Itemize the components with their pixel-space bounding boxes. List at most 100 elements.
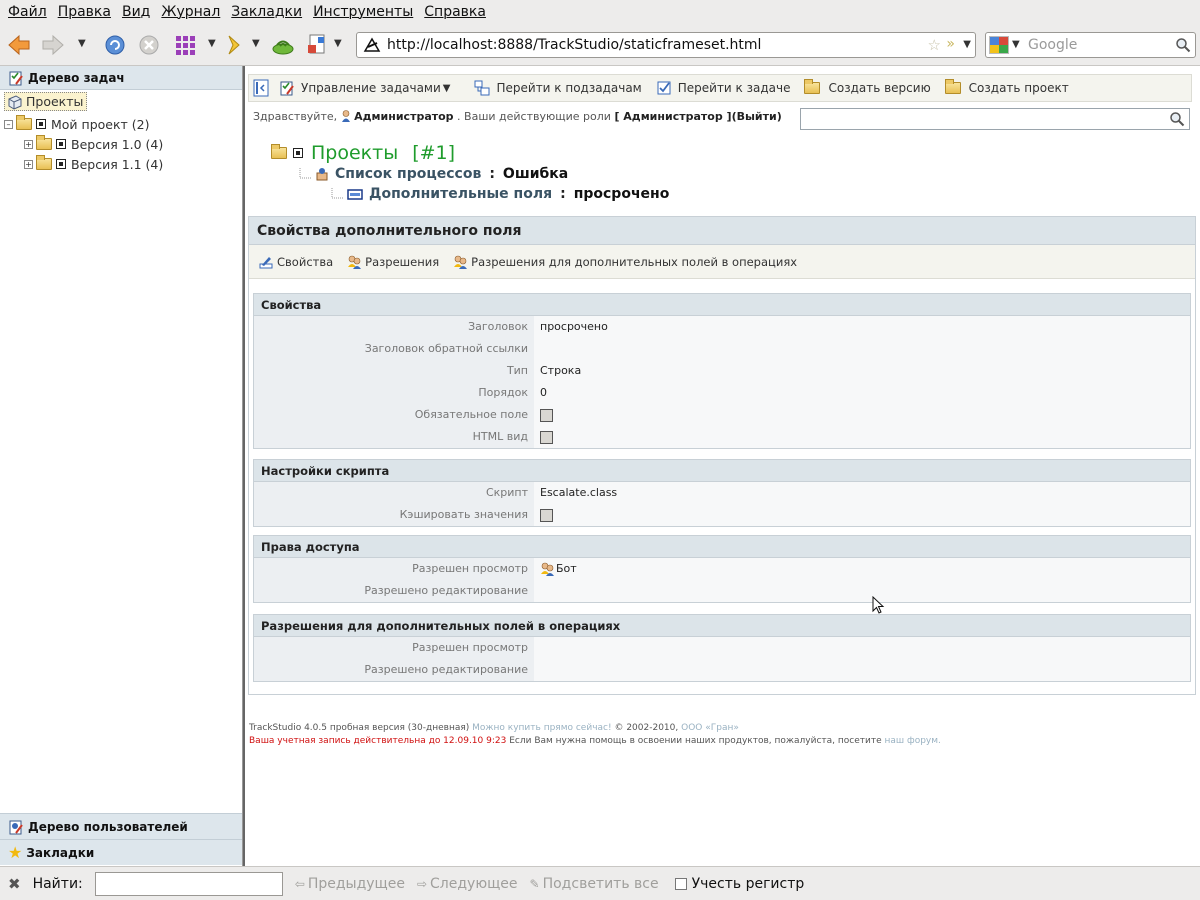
history-dropdown-icon[interactable]: ▼ (78, 38, 86, 49)
property-row: Заголовок обратной ссылки (254, 338, 1190, 360)
breadcrumb-level-3[interactable]: Дополнительные поля : просрочено (331, 186, 669, 202)
bookmark-dropdown-icon[interactable]: ▼ (252, 38, 260, 49)
footer-company-link[interactable]: ООО «Гран» (681, 723, 739, 733)
go-to-task-label: Перейти к задаче (677, 81, 791, 95)
back-button[interactable] (6, 32, 32, 58)
section-title: Свойства (254, 294, 1190, 316)
stop-button[interactable] (136, 32, 162, 58)
user-tree-header[interactable]: Дерево пользователей (0, 813, 242, 839)
magnifier-icon[interactable] (1175, 37, 1191, 53)
page-icon (308, 34, 325, 54)
url-dropdown-icon[interactable]: ▼ (963, 39, 971, 50)
go-to-task-button[interactable]: Перейти к задаче (656, 80, 791, 96)
go-to-subtasks-button[interactable]: Перейти к подзадачам (474, 80, 642, 96)
match-case-checkbox[interactable]: Учесть регистр (674, 876, 804, 892)
bookmark-star-icon[interactable]: ☆ (928, 36, 941, 54)
manage-tasks-label: Управление задачами (301, 81, 441, 95)
feed-button[interactable] (270, 32, 296, 58)
tree-root-projects[interactable]: Проекты (4, 92, 88, 111)
property-label: Кэшировать значения (254, 504, 534, 526)
collapse-icon[interactable]: – (4, 119, 13, 129)
property-row: Разрешено редактирование (254, 659, 1190, 681)
tree-root-label: Проекты (26, 94, 84, 109)
manage-tasks-menu[interactable]: Управление задачами ▼ (279, 80, 450, 96)
tree-item-version-1-1[interactable]: + Версия 1.1 (4) (24, 154, 163, 174)
reload-button[interactable] (102, 32, 128, 58)
property-row: Обязательное поле (254, 404, 1190, 426)
browser-search-bar[interactable]: ▼ Google (985, 32, 1196, 58)
menu-tools[interactable]: Инструменты (309, 4, 420, 20)
menu-edit[interactable]: Правка (54, 4, 118, 20)
create-project-button[interactable]: Создать проект (944, 79, 1069, 95)
panel-title: Свойства дополнительного поля (249, 217, 1195, 245)
find-next-button[interactable]: ⇨ Следующее (417, 876, 518, 892)
tab-properties[interactable]: Свойства (259, 255, 333, 269)
highlight-all-button[interactable]: ✎ Подсветить все (530, 876, 659, 892)
breadcrumb-number: [#1] (412, 142, 456, 164)
menu-file[interactable]: Файл (4, 4, 54, 20)
apps-dropdown-icon[interactable]: ▼ (208, 38, 216, 49)
apps-button[interactable] (172, 32, 198, 58)
expand-icon[interactable]: + (24, 139, 33, 149)
required-checkbox (540, 408, 553, 422)
property-value (534, 338, 1190, 360)
go-arrow-icon[interactable]: » (946, 36, 955, 52)
tree-item-version-1-0[interactable]: + Версия 1.0 (4) (24, 134, 163, 154)
url-text: http://localhost:8888/TrackStudio/static… (387, 37, 762, 53)
tree-version-label: Версия 1.0 (4) (71, 136, 164, 152)
bookmarks-header[interactable]: ★ Закладки (0, 839, 242, 865)
property-value (534, 637, 1190, 659)
address-bar[interactable]: http://localhost:8888/TrackStudio/static… (356, 32, 976, 58)
property-row: Разрешено редактирование (254, 580, 1190, 602)
section-title: Разрешения для дополнительных полей в оп… (254, 615, 1190, 637)
breadcrumb-level-1[interactable]: Проекты [#1] (271, 142, 455, 164)
tab-permissions-label: Разрешения (365, 254, 440, 269)
page-button[interactable] (304, 32, 330, 58)
property-row: Порядок 0 (254, 382, 1190, 404)
chevron-right-icon (228, 35, 240, 55)
menu-view[interactable]: Вид (118, 4, 157, 20)
menu-bookmarks[interactable]: Закладки (227, 4, 309, 20)
tree-item-project[interactable]: – Мой проект (2) (4, 114, 150, 134)
tab-operation-permissions[interactable]: Разрешения для дополнительных полей в оп… (453, 254, 797, 270)
footer-forum-link[interactable]: наш форум. (885, 736, 941, 746)
bookmarks-title: Закладки (26, 845, 95, 860)
collapse-panel-button[interactable] (253, 79, 269, 97)
task-tree: Проекты – Мой проект (2) + Версия 1.0 (4… (0, 90, 242, 172)
bookmark-arrow-button[interactable] (222, 32, 248, 58)
feed-icon (272, 40, 294, 55)
find-previous-button[interactable]: ⇦ Предыдущее (295, 876, 405, 892)
logout-link[interactable]: Выйти (737, 110, 777, 123)
greeting-user[interactable]: Администратор (354, 110, 453, 123)
footer-expiry: Ваша учетная запись действительна до 12.… (249, 736, 507, 746)
task-tree-header[interactable]: Дерево задач (0, 66, 242, 90)
footer-buy-link[interactable]: Можно купить прямо сейчас! (472, 723, 611, 733)
forward-button[interactable] (40, 32, 66, 58)
property-label: Заголовок обратной ссылки (254, 338, 534, 360)
viewer-role: Бот (556, 562, 577, 575)
close-icon[interactable]: ✖ (8, 875, 21, 893)
site-favicon-icon (363, 37, 381, 52)
task-search-input[interactable] (800, 108, 1190, 130)
breadcrumb-level-2[interactable]: Список процессов : Ошибка (299, 166, 568, 182)
property-label: Порядок (254, 382, 534, 404)
find-next-label: Следующее (430, 875, 518, 892)
find-input[interactable] (94, 871, 283, 896)
page-dropdown-icon[interactable]: ▼ (334, 38, 342, 49)
property-value: 0 (534, 382, 1190, 404)
search-engine-icon[interactable] (989, 36, 1009, 54)
search-icon[interactable] (1169, 111, 1185, 127)
tab-permissions[interactable]: Разрешения (347, 254, 439, 270)
task-toolbar: Управление задачами ▼ Перейти к подзадач… (248, 74, 1192, 102)
menu-help[interactable]: Справка (420, 4, 493, 20)
create-project-label: Создать проект (968, 81, 1069, 95)
property-value: Escalate.class (534, 482, 1190, 504)
engine-dropdown-icon[interactable]: ▼ (1012, 39, 1020, 50)
expand-icon[interactable]: + (24, 159, 33, 169)
page-footer: TrackStudio 4.0.5 пробная версия (30-дне… (249, 722, 941, 748)
create-version-button[interactable]: Создать версию (804, 79, 931, 95)
property-label: Скрипт (254, 482, 534, 504)
greeting-prefix: Здравствуйте, (253, 110, 338, 123)
breadcrumb-process-value: Ошибка (502, 166, 569, 182)
menu-history[interactable]: Журнал (157, 4, 227, 20)
